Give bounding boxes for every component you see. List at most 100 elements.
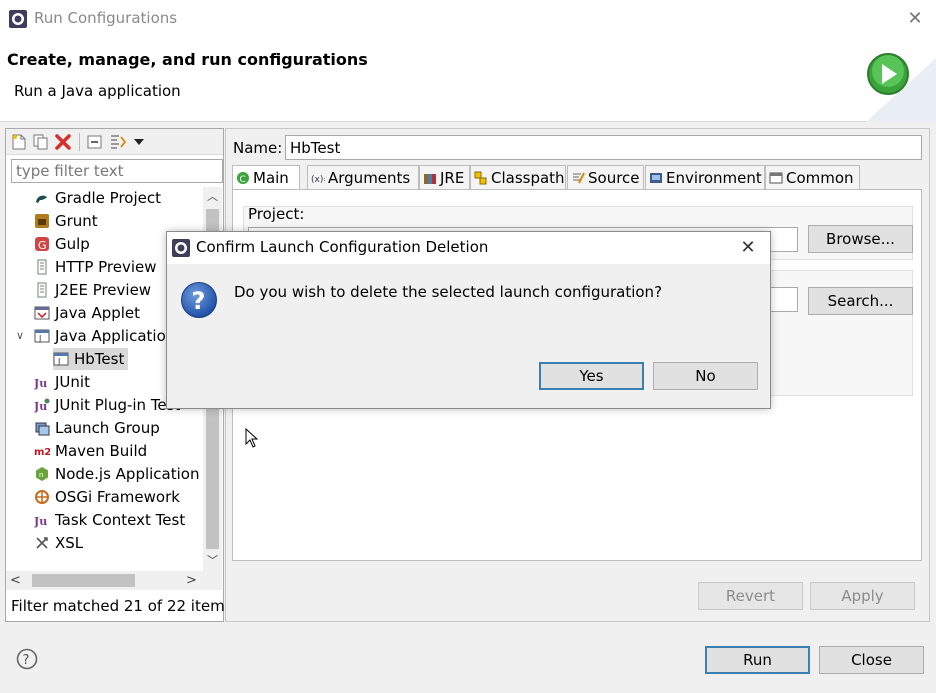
nodejs-icon: n (36, 467, 48, 481)
svg-text:J: J (57, 357, 60, 366)
configuration-tabs: C Main (x)=Arguments JRE Classpath Source… (232, 165, 922, 191)
duplicate-icon[interactable] (32, 133, 50, 151)
dialog-close-button[interactable]: ✕ (735, 235, 761, 261)
new-config-icon[interactable] (10, 133, 28, 151)
tab-main[interactable]: C Main (232, 165, 300, 191)
tree-item-junit-plugin-test[interactable]: Ju JUnit Plug-in Test (34, 394, 180, 416)
tree-item-java-applet[interactable]: Java Applet (34, 302, 140, 324)
delete-icon[interactable] (54, 133, 72, 151)
window-titlebar: Run Configurations ✕ (0, 0, 936, 38)
tree-item-hbtest[interactable]: J HbTest (53, 348, 129, 370)
search-button[interactable]: Search... (808, 287, 913, 315)
window-title: Run Configurations (34, 9, 178, 27)
tab-common[interactable]: Common (765, 165, 860, 191)
launch-group-icon (35, 422, 50, 436)
tab-label: Arguments (328, 169, 411, 187)
project-label: Project: (248, 205, 305, 223)
gradle-icon (36, 195, 47, 203)
svg-text:Ju: Ju (34, 377, 47, 390)
collapse-all-icon[interactable] (86, 133, 104, 151)
revert-button[interactable]: Revert (698, 582, 803, 610)
osgi-icon (35, 490, 49, 504)
tree-item-gradle-project[interactable]: Gradle Project (34, 187, 161, 209)
scroll-up-arrow-icon[interactable]: ︿ (203, 187, 222, 207)
help-icon[interactable]: ? (16, 648, 38, 670)
filter-input[interactable] (11, 159, 223, 183)
tree-item-maven-build[interactable]: m2 Maven Build (34, 440, 147, 462)
source-icon (573, 172, 585, 184)
dialog-header: Create, manage, and run configurations R… (0, 38, 936, 122)
java-class-icon: J (53, 352, 69, 366)
close-button[interactable]: Close (819, 646, 924, 674)
run-button[interactable]: Run (705, 646, 810, 674)
junit-plugin-icon: Ju (34, 398, 50, 413)
toolbar-separator (79, 133, 80, 151)
scrollbar-thumb[interactable] (32, 574, 135, 587)
scroll-left-arrow-icon[interactable]: < (10, 571, 26, 590)
environment-icon (650, 173, 662, 183)
question-icon: ? (181, 282, 217, 318)
grunt-icon (35, 214, 49, 228)
java-application-icon: J (34, 329, 50, 343)
scroll-right-arrow-icon[interactable]: > (186, 571, 202, 590)
tab-label: JRE (440, 169, 465, 187)
tab-arguments[interactable]: (x)=Arguments (307, 165, 419, 191)
arguments-icon: (x)= (311, 175, 325, 185)
tree-item-nodejs-application[interactable]: n Node.js Application (34, 463, 199, 485)
tree-item-label: HTTP Preview (55, 258, 157, 276)
scroll-down-arrow-icon[interactable]: ﹀ (203, 551, 222, 571)
tree-item-label: XSL (55, 534, 84, 552)
gulp-icon: G (35, 237, 49, 252)
svg-text:G: G (38, 239, 47, 252)
header-title: Create, manage, and run configurations (7, 50, 368, 69)
tree-item-launch-group[interactable]: Launch Group (34, 417, 160, 439)
tab-environment[interactable]: Environment (645, 165, 765, 191)
tree-item-xsl[interactable]: XSL (34, 532, 83, 554)
tree-horizontal-scrollbar[interactable]: < > (6, 571, 222, 590)
confirm-delete-dialog: Confirm Launch Configuration Deletion ✕ … (166, 231, 771, 409)
tree-item-label: JUnit Plug-in Test (55, 396, 181, 414)
tab-classpath[interactable]: Classpath (470, 165, 566, 191)
tab-label: Main (253, 169, 289, 187)
eclipse-app-icon (172, 239, 190, 257)
tree-item-osgi-framework[interactable]: OSGi Framework (34, 486, 180, 508)
tab-label: Source (588, 169, 640, 187)
tree-item-label: Grunt (55, 212, 98, 230)
dialog-message: Do you wish to delete the selected launc… (234, 283, 663, 301)
svg-text:Ju: Ju (34, 515, 47, 528)
svg-text:C: C (240, 175, 246, 185)
tree-item-j2ee-preview[interactable]: J2EE Preview (34, 279, 151, 301)
svg-text:?: ? (192, 287, 206, 315)
tree-item-grunt[interactable]: Grunt (34, 210, 98, 232)
tree-item-label: Maven Build (55, 442, 148, 460)
browse-button[interactable]: Browse... (808, 225, 913, 253)
no-button[interactable]: No (653, 362, 758, 390)
junit-icon: Ju (34, 377, 47, 390)
eclipse-app-icon (9, 10, 27, 28)
tree-item-task-context-test[interactable]: Ju Task Context Test (34, 509, 185, 531)
filter-icon[interactable] (109, 133, 127, 151)
dialog-titlebar: Confirm Launch Configuration Deletion ✕ (167, 232, 770, 264)
tree-item-label: Gradle Project (55, 189, 161, 207)
yes-button[interactable]: Yes (539, 362, 644, 390)
tab-label: Common (786, 169, 854, 187)
tree-item-http-preview[interactable]: HTTP Preview (34, 256, 157, 278)
tree-item-label: Node.js Application (55, 465, 200, 483)
chevron-down-icon[interactable]: ∨ (16, 325, 28, 347)
name-field[interactable] (285, 135, 922, 160)
svg-text:(x)=: (x)= (311, 175, 325, 185)
maven-icon: m2 (34, 447, 50, 458)
view-menu-icon[interactable] (130, 133, 148, 151)
apply-button[interactable]: Apply (810, 582, 915, 610)
classpath-icon (474, 171, 487, 185)
j2ee-preview-icon (37, 282, 47, 298)
window-close-button[interactable]: ✕ (902, 6, 928, 32)
tab-source[interactable]: Source (567, 165, 644, 191)
tree-item-gulp[interactable]: G Gulp (34, 233, 90, 255)
java-applet-icon (34, 306, 50, 320)
tab-label: Environment (666, 169, 762, 187)
tab-jre[interactable]: JRE (419, 165, 470, 191)
tree-item-java-application[interactable]: J Java Application (34, 325, 175, 347)
tree-item-junit[interactable]: Ju JUnit (34, 371, 90, 393)
tree-item-label: Launch Group (55, 419, 160, 437)
